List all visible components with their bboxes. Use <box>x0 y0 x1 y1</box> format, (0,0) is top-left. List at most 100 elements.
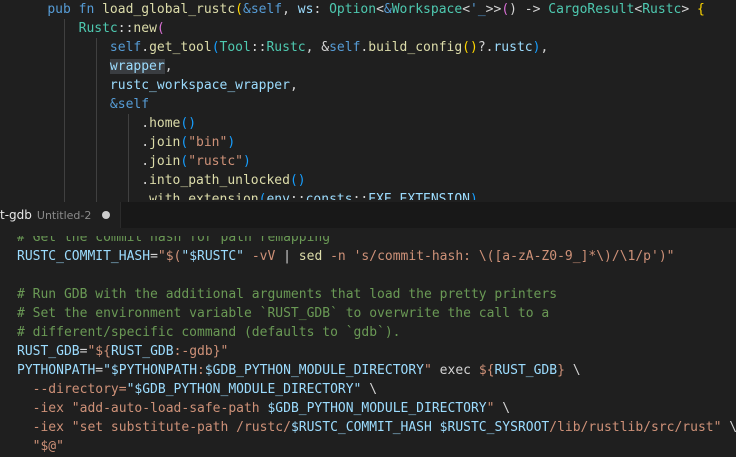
code-token: , <box>164 59 173 74</box>
code-token: \ <box>494 401 511 416</box>
code-token: # Set the environment variable `RUST_GDB… <box>17 306 550 321</box>
code-token: \ <box>721 420 736 435</box>
code-token: " <box>424 363 432 378</box>
code-token: join <box>149 154 181 169</box>
code-line: "$@" <box>17 437 64 456</box>
code-token: { <box>697 2 705 17</box>
tab-untitled-2[interactable]: t-gdb Untitled-2 <box>0 202 122 228</box>
code-token: = <box>95 363 104 378</box>
code-token: with_extension <box>149 192 259 202</box>
code-token: 's/commit-hash: \([a-zA-Z0-9_]*\)/\1/p' <box>353 249 659 264</box>
code-token: "$GDB_PYTHON_MODULE_DIRECTORY" <box>126 382 362 397</box>
code-token: CargoResult <box>548 2 635 17</box>
code-token: "$( <box>157 249 182 264</box>
code-token: () <box>462 40 478 55</box>
code-token: "rustc" <box>188 154 243 169</box>
code-token: pub <box>47 2 71 17</box>
code-token: RUSTC_COMMIT_HASH <box>17 249 151 264</box>
code-token: & <box>243 2 251 17</box>
code-token: "$RUSTC" <box>181 249 244 264</box>
code-token: # different/specific command (defaults t… <box>17 325 401 340</box>
code-token: # Run GDB with the additional arguments … <box>17 287 558 302</box>
code-token: & <box>109 97 118 112</box>
code-token: . <box>141 192 150 202</box>
code-token: :: <box>250 40 267 55</box>
code-token: \ <box>564 363 581 378</box>
code-token: . <box>141 173 150 188</box>
code-token: build_config <box>368 40 463 55</box>
code-token: Rustc <box>642 2 682 17</box>
code-token: ( <box>156 21 165 36</box>
code-token: self <box>117 97 150 112</box>
code-token: :-gdb}" <box>173 344 229 359</box>
code-line: .into_path_unlocked() <box>16 171 305 190</box>
code-line: --directory="$GDB_PYTHON_MODULE_DIRECTOR… <box>17 380 377 399</box>
code-token: Workspace <box>391 2 463 17</box>
code-token: , & <box>305 40 330 55</box>
code-token: < <box>376 2 384 17</box>
code-token: Rustc <box>266 40 306 55</box>
code-token: . <box>141 135 150 150</box>
dot-icon[interactable] <box>102 211 111 219</box>
code-token: , <box>289 78 298 93</box>
code-token: Tool <box>219 40 251 55</box>
code-token: . <box>141 116 150 131</box>
code-line: wrapper, <box>16 57 173 76</box>
code-line: Rustc::new( <box>16 19 165 38</box>
code-line: .home() <box>16 114 196 133</box>
rust-editor-pane[interactable]: pub fn load_global_rustc(&self, ws: Opti… <box>0 0 736 202</box>
tab-filename: t-gdb <box>0 208 32 222</box>
code-token: "add-auto-load-safe-path <box>71 401 268 416</box>
code-line: # Run GDB with the additional arguments … <box>17 285 557 304</box>
code-token: $GDB_PYTHON_MODULE_DIRECTORY <box>204 363 425 378</box>
code-token: wrapper <box>109 59 165 74</box>
code-token: -vV <box>244 249 284 264</box>
code-line: # different/specific command (defaults t… <box>17 323 401 342</box>
code-token: ) <box>469 192 478 202</box>
code-line: .join("rustc") <box>16 152 251 171</box>
code-token: ( <box>211 40 220 55</box>
code-token: . <box>141 40 150 55</box>
code-token: :: <box>117 21 134 36</box>
code-line: .join("bin") <box>16 133 235 152</box>
code-token: "${ <box>87 344 111 359</box>
code-token: fn <box>78 2 95 17</box>
code-token: ) -> <box>509 2 549 17</box>
code-token: . <box>141 154 150 169</box>
shell-editor-pane[interactable]: # Get the commit hash for path remapping… <box>0 228 736 457</box>
code-token: rustc <box>493 40 533 55</box>
code-line: pub fn load_global_rustc(&self, ws: Opti… <box>16 0 705 19</box>
code-token: Option <box>329 2 377 17</box>
code-token: consts <box>305 192 353 202</box>
code-token: "bin" <box>188 135 228 150</box>
code-token: < <box>462 2 471 17</box>
code-token: RUST_GDB <box>17 344 80 359</box>
code-line: PYTHONPATH="$PYTHONPATH:$GDB_PYTHON_MODU… <box>17 361 581 380</box>
editor-tab-bar: t-gdb Untitled-2 <box>0 202 736 229</box>
code-token: } <box>557 363 565 378</box>
code-token: env <box>266 192 290 202</box>
code-token: -n <box>322 249 354 264</box>
code-token: () <box>180 116 197 131</box>
code-line: RUSTC_COMMIT_HASH="$("$RUSTC" -vV | sed … <box>17 247 675 266</box>
code-token: self <box>109 40 142 55</box>
code-token: home <box>149 116 181 131</box>
code-line: rustc_workspace_wrapper, <box>16 76 298 95</box>
code-line: # Get the commit hash for path remapping <box>17 230 331 247</box>
code-token: sed <box>298 249 323 264</box>
code-token: # Get the commit hash for path remapping <box>17 230 331 245</box>
code-token: >> <box>485 2 502 17</box>
